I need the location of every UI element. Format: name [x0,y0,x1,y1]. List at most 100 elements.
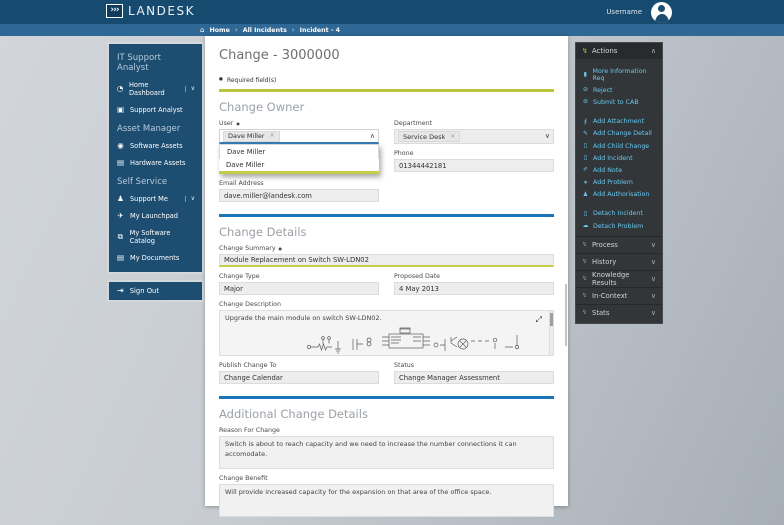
change-description-label-text: Change Description [219,301,281,308]
chevron-down-icon[interactable]: ∨ [651,258,656,266]
sidebar-item-label: My Software Catalog [129,228,171,245]
breadcrumb-home[interactable]: Home [209,27,229,34]
section-stats[interactable]: ↯ Stats ∨ [576,304,662,321]
action-label: Add Note [593,166,623,174]
avatar-head [658,5,665,12]
required-dot-icon: ● [219,77,223,83]
change-benefit-textarea[interactable]: Will provide increased capacity for the … [219,484,554,517]
disc-icon: ◉ [117,140,124,150]
sidebar-item-my-documents[interactable]: ▤ My Documents [109,249,202,266]
sidebar-item-my-launchpad[interactable]: ✈ My Launchpad [109,207,202,224]
action-reject[interactable]: ⊘ Reject [576,84,662,96]
change-type-field[interactable]: Major [219,282,379,295]
department-combobox[interactable]: Service Desk × ∨ [394,129,554,144]
change-description-text: Upgrade the main module on switch SW-LDN… [225,314,382,322]
section-history[interactable]: ↯ History ∨ [576,253,662,270]
sidebar-item-software-assets[interactable]: ◉ Software Assets [109,137,202,154]
action-add-authorisation[interactable]: ♟ Add Authorisation [576,189,662,201]
pencil-icon: ✎ [582,129,589,137]
chevron-down-icon[interactable]: ∨ [651,241,656,249]
description-scrollbar[interactable] [549,311,553,355]
section-in-context[interactable]: ↯ In-Context ∨ [576,287,662,304]
breadcrumb-bar: ⌂ Home › All Incidents › Incident - 4 [0,24,784,36]
submit-icon: ⊚ [582,98,589,106]
document-icon: ▯ [583,209,588,217]
action-submit-to-cab[interactable]: ⊚ Submit to CAB [576,96,662,108]
reason-for-change-label: Reason For Change [219,427,554,434]
user-avatar[interactable] [651,1,672,23]
remove-chip-icon[interactable]: × [270,133,275,139]
main-scrollbar-thumb[interactable] [565,284,567,346]
proposed-date-field[interactable]: 4 May 2013 [394,282,554,295]
remove-chip-icon[interactable]: × [450,133,455,140]
breadcrumb-all-incidents[interactable]: All Incidents [243,27,287,34]
chevron-down-icon[interactable]: ∨ [184,195,195,202]
actions-header-label: Actions [591,47,618,55]
home-icon[interactable]: ⌂ [200,26,204,34]
chevron-up-icon[interactable]: ∧ [370,132,375,140]
action-label: Add Change Detail [593,130,652,138]
action-add-problem[interactable]: ∗ Add Problem [576,177,662,189]
action-more-information-req[interactable]: ▮ More Information Req [576,65,662,84]
action-add-change-detail[interactable]: ✎ Add Change Detail [576,128,662,140]
pin-icon: ↯ [582,275,588,283]
change-description-editor[interactable]: Upgrade the main module on switch SW-LDN… [219,310,554,356]
user-selected-chip[interactable]: Dave Miller × [223,130,280,142]
description-scrollbar-thumb[interactable] [550,313,553,326]
page-title: Change - 3000000 [219,48,340,63]
chevron-up-icon[interactable]: ∧ [651,47,656,55]
change-summary-field[interactable]: Module Replacement on Switch SW-LDN02 [219,254,554,267]
chevron-down-icon[interactable]: ∨ [651,275,656,283]
sidebar-item-label: Software Assets [130,141,183,150]
action-detach-incident[interactable]: ▯ Detach Incident [576,208,662,220]
action-label: Add Authorisation [593,191,650,199]
section-process[interactable]: ↯ Process ∨ [576,236,662,253]
chevron-down-icon[interactable]: ∨ [651,309,656,317]
department-chip-label: Service Desk [403,132,446,141]
user-dropdown-list: Dave Miller Dave Miller [219,144,379,174]
action-add-note[interactable]: ✐ Add Note [576,164,662,176]
sidebar-item-home-dashboard[interactable]: ◔ Home Dashboard ∨ [109,76,202,101]
chevron-down-icon[interactable]: ∨ [545,133,550,140]
username-label[interactable]: Username [606,8,642,16]
action-label: Add Incident [593,154,633,162]
sign-out-label: Sign Out [129,287,160,295]
action-detach-problem[interactable]: ☁ Detach Problem [576,220,662,232]
sidebar-item-hardware-assets[interactable]: ▤ Hardware Assets [109,154,202,171]
section-knowledge-results[interactable]: ↯ Knowledge Results ∨ [576,270,662,287]
user-combobox[interactable]: Dave Miller × ∧ [219,129,379,144]
email-field[interactable]: dave.miller@landesk.com [219,189,379,202]
user-dropdown-option[interactable]: Dave Miller [219,159,379,174]
publish-change-to-label-text: Publish Change To [219,362,277,369]
gauge-icon: ◔ [116,83,124,93]
sidebar-item-support-me[interactable]: ♟ Support Me ∨ [109,190,202,207]
expand-icon[interactable]: ⤢ [536,316,542,324]
chevron-down-icon[interactable]: ∨ [651,292,656,300]
status-field[interactable]: Change Manager Assessment [394,371,554,384]
pin-icon: ↯ [582,241,588,249]
action-label: Add Child Change [593,142,650,150]
change-benefit-label-text: Change Benefit [219,475,268,482]
breadcrumb-incident-4[interactable]: Incident - 4 [300,27,340,34]
publish-change-to-field[interactable]: Change Calendar [219,371,379,384]
user-label-text: User [219,120,234,127]
sign-out-button[interactable]: ⇥ Sign Out [107,280,204,302]
sidebar-item-label: Support Me [130,194,168,203]
reason-for-change-label-text: Reason For Change [219,427,280,434]
sidebar-nav: IT Support Analyst ◔ Home Dashboard ∨ ▣ … [107,42,204,274]
action-add-attachment[interactable]: ∮ Add Attachment [576,116,662,128]
actions-header[interactable]: ↯ Actions ∧ [576,43,662,59]
required-dot-icon: ● [278,245,283,251]
department-selected-chip[interactable]: Service Desk × [398,131,461,142]
action-add-incident[interactable]: ▯ Add Incident [576,152,662,164]
publish-column: Publish Change To Change Calendar [219,356,379,384]
chevron-down-icon[interactable]: ∨ [184,85,195,92]
action-add-child-change[interactable]: ▯ Add Child Change [576,140,662,152]
required-note-label: Required field(s) [226,77,277,84]
phone-field[interactable]: 01344442181 [394,159,554,172]
sidebar-item-support-analyst[interactable]: ▣ Support Analyst [109,101,202,118]
sidebar-item-my-software-catalog[interactable]: ⧉ My Software Catalog [109,224,202,249]
user-dropdown-option[interactable]: Dave Miller [219,144,379,159]
proposed-date-label: Proposed Date [394,273,554,280]
reason-for-change-textarea[interactable]: Switch is about to reach capacity and we… [219,436,554,469]
